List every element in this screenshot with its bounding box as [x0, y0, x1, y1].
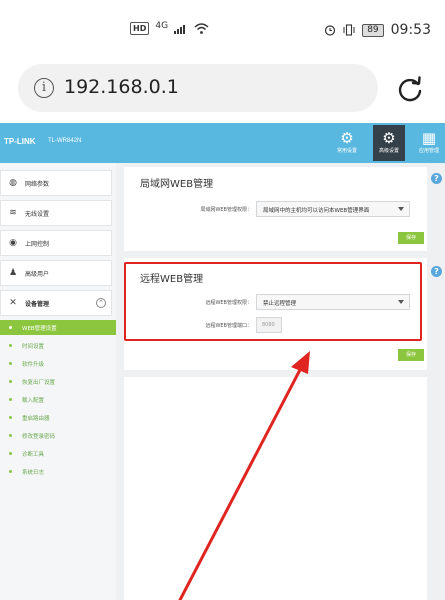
annotation-arrow — [178, 351, 310, 600]
